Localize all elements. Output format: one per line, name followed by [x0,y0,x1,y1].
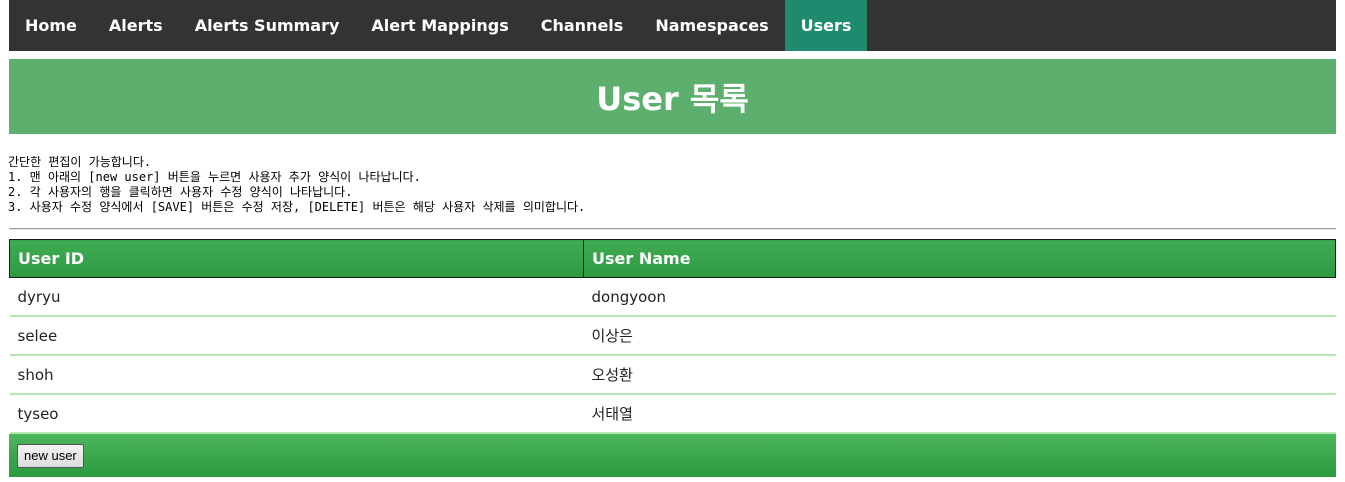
nav-item-users[interactable]: Users [784,0,868,51]
table-header-row: User ID User Name [9,239,1336,278]
table-footer-bar: new user [9,434,1336,477]
cell-user-id: shoh [9,355,584,395]
divider [9,228,1336,230]
cell-user-id: selee [9,316,584,356]
cell-user-name: 이상은 [583,316,1336,356]
instructions-text: 간단한 편집이 가능합니다. 1. 맨 아래의 [new user] 버튼을 누르… [8,155,1328,215]
table-row[interactable]: dyryu dongyoon [9,277,1336,317]
title-banner: User 목록 [9,59,1336,134]
instruction-line: 1. 맨 아래의 [new user] 버튼을 누르면 사용자 추가 양식이 나… [8,170,421,184]
table-row[interactable]: tyseo 서태열 [9,394,1336,434]
nav-item-home[interactable]: Home [9,0,93,51]
cell-user-name: 서태열 [583,394,1336,434]
nav-item-alerts[interactable]: Alerts [93,0,179,51]
cell-user-name: 오성환 [583,355,1336,395]
nav-item-alert-mappings[interactable]: Alert Mappings [355,0,524,51]
page-title: User 목록 [596,79,749,118]
column-header-user-name: User Name [583,239,1336,278]
instruction-line: 3. 사용자 수정 양식에서 [SAVE] 버튼은 수정 저장, [DELETE… [8,200,586,214]
cell-user-id: dyryu [9,277,584,317]
top-navbar: Home Alerts Alerts Summary Alert Mapping… [9,0,1336,51]
instruction-line: 2. 각 사용자의 행을 클릭하면 사용자 수정 양식이 나타납니다. [8,185,353,199]
nav-item-channels[interactable]: Channels [525,0,640,51]
table-row[interactable]: selee 이상은 [9,316,1336,356]
table-row[interactable]: shoh 오성환 [9,355,1336,395]
cell-user-id: tyseo [9,394,584,434]
nav-item-namespaces[interactable]: Namespaces [639,0,784,51]
new-user-button[interactable]: new user [17,443,84,468]
cell-user-name: dongyoon [583,277,1336,317]
instruction-line: 간단한 편집이 가능합니다. [8,155,152,169]
nav-item-alerts-summary[interactable]: Alerts Summary [179,0,356,51]
users-page: Home Alerts Alerts Summary Alert Mapping… [0,0,1345,482]
column-header-user-id: User ID [9,239,584,278]
users-table: User ID User Name dyryu dongyoon selee 이… [9,239,1336,434]
